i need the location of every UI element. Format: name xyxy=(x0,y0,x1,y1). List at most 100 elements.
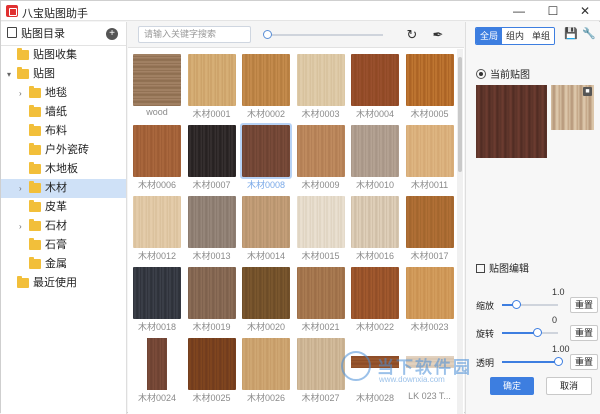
title-bar: 八宝贴图助手 — ☐ ✕ xyxy=(1,1,600,21)
texture-swatch xyxy=(405,196,454,248)
texture-tile[interactable]: 木材0023 xyxy=(403,264,457,334)
texture-tile[interactable]: 木材0007 xyxy=(185,122,239,192)
texture-tile[interactable]: 木材0017 xyxy=(403,193,457,263)
texture-tile[interactable]: 木材0015 xyxy=(294,193,348,263)
texture-tile[interactable]: 木材0018 xyxy=(130,264,184,334)
texture-caption: 木材0022 xyxy=(355,322,395,332)
texture-caption: 木材0002 xyxy=(246,109,286,119)
sidebar-item[interactable]: › 石材 xyxy=(1,217,126,236)
folder-icon xyxy=(29,86,41,98)
texture-tile[interactable]: 木材0021 xyxy=(294,264,348,334)
texture-tile[interactable]: 木材0008 xyxy=(239,122,293,192)
texture-tile[interactable]: 木材0019 xyxy=(185,264,239,334)
sidebar-item-label: 贴图收集 xyxy=(33,49,77,61)
texture-tile[interactable]: 木材0022 xyxy=(348,264,402,334)
texture-tile[interactable]: 木材0012 xyxy=(130,193,184,263)
texture-tile[interactable]: 木材0013 xyxy=(185,193,239,263)
texture-tile[interactable]: 木材0011 xyxy=(403,122,457,192)
maximize-button[interactable]: ☐ xyxy=(543,3,563,19)
texture-tile[interactable]: 木材0016 xyxy=(348,193,402,263)
zoom-slider-handle[interactable] xyxy=(263,30,272,39)
expand-caret-icon[interactable]: › xyxy=(19,84,22,103)
sidebar-item[interactable]: 皮革 xyxy=(1,198,126,217)
search-input[interactable]: 请输入关键字搜索 xyxy=(138,26,251,43)
sidebar-item[interactable]: 户外瓷砖 xyxy=(1,141,126,160)
sidebar-title: 贴图目录 xyxy=(21,28,65,40)
texture-swatch xyxy=(133,125,181,177)
texture-tile[interactable]: 木材0024 xyxy=(130,335,184,405)
reset-button[interactable]: 重置 xyxy=(570,297,598,313)
save-icon[interactable]: 💾 xyxy=(564,27,578,41)
current-texture-preview xyxy=(476,85,547,158)
prop-slider-handle[interactable] xyxy=(512,300,521,309)
texture-caption: wood xyxy=(146,107,168,117)
texture-caption: 木材0001 xyxy=(192,109,231,119)
lock-icon[interactable]: ■ xyxy=(583,87,592,96)
sidebar-item[interactable]: ▾ 贴图 xyxy=(1,65,126,84)
refresh-icon[interactable]: ↻ xyxy=(404,27,420,43)
sidebar-item[interactable]: › 地毯 xyxy=(1,84,126,103)
sidebar-item[interactable]: 石膏 xyxy=(1,236,126,255)
texture-tile[interactable]: 木材0002 xyxy=(239,51,293,121)
texture-swatch xyxy=(351,196,399,248)
prop-slider[interactable] xyxy=(502,300,558,309)
texture-tile[interactable]: 木材0001 xyxy=(185,51,239,121)
expand-caret-icon[interactable]: ▾ xyxy=(7,65,11,84)
tab-scope[interactable]: 全局 xyxy=(476,28,503,44)
sidebar-item[interactable]: 墙纸 xyxy=(1,103,126,122)
texture-tile[interactable]: 木材0009 xyxy=(294,122,348,192)
edit-icon xyxy=(476,264,485,273)
picker-icon[interactable]: ✒ xyxy=(430,27,446,43)
zoom-slider[interactable] xyxy=(268,34,383,36)
texture-caption: 木材0016 xyxy=(355,251,395,261)
prop-slider-fill xyxy=(502,332,537,334)
texture-caption: 木材0014 xyxy=(246,251,286,261)
minimize-button[interactable]: — xyxy=(509,3,529,19)
texture-tile[interactable]: 木材0004 xyxy=(348,51,402,121)
expand-caret-icon[interactable]: › xyxy=(19,217,22,236)
texture-swatch xyxy=(296,54,345,106)
texture-swatch xyxy=(405,125,454,177)
folder-icon xyxy=(29,181,41,193)
wrench-icon[interactable]: 🔧 xyxy=(582,27,596,41)
radio-icon[interactable] xyxy=(476,69,486,79)
texture-tile[interactable]: 木材0027 xyxy=(294,335,348,405)
folder-icon xyxy=(17,276,29,288)
sidebar-item[interactable]: 贴图收集 xyxy=(1,46,126,65)
app-window: 八宝贴图助手 — ☐ ✕ 贴图目录 + 贴图收集 ▾ 贴图 › 地毯 墙纸 布料 户外瓷砖 木地… xyxy=(0,0,600,414)
texture-tile[interactable]: 木材0006 xyxy=(130,122,184,192)
sidebar-item[interactable]: 木地板 xyxy=(1,160,126,179)
folder-icon xyxy=(29,105,41,117)
sidebar-item-label: 木材 xyxy=(45,182,67,194)
reset-button[interactable]: 重置 xyxy=(570,325,598,341)
close-button[interactable]: ✕ xyxy=(575,3,595,19)
tab-scope[interactable]: 单组 xyxy=(528,28,555,44)
tab-scope[interactable]: 组内 xyxy=(502,28,529,44)
sidebar-item[interactable]: 布料 xyxy=(1,122,126,141)
texture-tile[interactable]: 木材0010 xyxy=(348,122,402,192)
texture-tile[interactable]: 木材0005 xyxy=(403,51,457,121)
texture-tile[interactable]: 木材0020 xyxy=(239,264,293,334)
texture-tile[interactable]: wood xyxy=(130,51,184,121)
prop-slider[interactable] xyxy=(502,328,558,337)
texture-tile[interactable]: 木材0026 xyxy=(239,335,293,405)
texture-swatch-inner xyxy=(147,338,167,390)
expand-caret-icon[interactable]: › xyxy=(19,179,22,198)
sidebar-item[interactable]: 最近使用 xyxy=(1,274,126,293)
sidebar-item-label: 金属 xyxy=(45,258,67,270)
scrollbar-thumb[interactable] xyxy=(458,57,462,172)
current-texture-label: 当前贴图 xyxy=(476,66,530,81)
texture-swatch xyxy=(296,267,345,319)
texture-caption: 木材0011 xyxy=(410,180,449,190)
add-icon[interactable]: + xyxy=(106,28,118,40)
prop-slider-handle[interactable] xyxy=(532,328,542,337)
texture-tile[interactable]: 木材0014 xyxy=(239,193,293,263)
texture-tile[interactable]: 木材0025 xyxy=(185,335,239,405)
prop-label: 旋转 xyxy=(476,329,495,339)
texture-tile[interactable]: 木材0003 xyxy=(294,51,348,121)
sidebar-item-label: 石材 xyxy=(45,220,67,232)
watermark-url: www.downxia.com xyxy=(379,375,445,384)
sidebar-item[interactable]: 金属 xyxy=(1,255,126,274)
current-texture-text: 当前贴图 xyxy=(490,70,530,81)
sidebar-item[interactable]: › 木材 xyxy=(1,179,126,198)
